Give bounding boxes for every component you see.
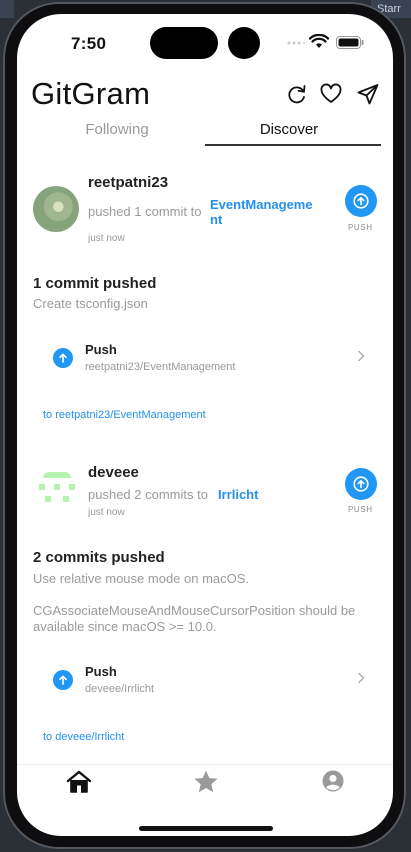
repo-target-link[interactable]: to reetpatni23/EventManagement bbox=[43, 409, 206, 421]
phone-frame: 7:50 GitGram Following Discover reetpatn… bbox=[3, 2, 406, 849]
push-row-icon bbox=[53, 670, 73, 690]
arrow-up-circle-icon bbox=[353, 476, 369, 492]
app-title: GitGram bbox=[31, 76, 151, 111]
identicon-block bbox=[45, 496, 51, 502]
push-badge-button[interactable] bbox=[345, 468, 377, 500]
home-icon[interactable] bbox=[65, 768, 93, 796]
profile-icon[interactable] bbox=[319, 768, 347, 796]
dynamic-island bbox=[150, 27, 218, 59]
repo-link-line-1: EventManageme bbox=[210, 197, 313, 212]
push-row-repo: reetpatni23/EventManagement bbox=[85, 361, 236, 373]
arrow-up-circle-icon bbox=[353, 193, 369, 209]
push-row-title: Push bbox=[85, 342, 117, 357]
push-details-row[interactable]: Push deveee/Irrlicht bbox=[31, 656, 371, 702]
tab-following[interactable]: Following bbox=[31, 121, 203, 147]
star-icon[interactable] bbox=[192, 768, 220, 796]
editor-backdrop bbox=[0, 0, 14, 18]
push-action-text: pushed 2 commits to bbox=[88, 487, 208, 502]
chevron-right-icon bbox=[358, 672, 365, 684]
send-icon[interactable] bbox=[356, 82, 380, 106]
username[interactable]: reetpatni23 bbox=[88, 174, 168, 191]
repo-target-link[interactable]: to deveee/Irrlicht bbox=[43, 731, 124, 743]
push-action-text: pushed 1 commit to bbox=[88, 204, 202, 219]
avatar[interactable] bbox=[39, 472, 75, 508]
camera-cutout bbox=[228, 27, 260, 59]
push-row-repo: deveee/Irrlicht bbox=[85, 683, 155, 695]
heart-icon[interactable] bbox=[319, 82, 343, 106]
chevron-right-icon bbox=[358, 350, 365, 362]
push-badge-caption: PUSH bbox=[348, 223, 373, 232]
home-indicator bbox=[139, 826, 273, 831]
repo-link[interactable]: Irrlicht bbox=[218, 487, 258, 502]
repo-link-line-2: nt bbox=[210, 212, 223, 227]
arrow-up-icon bbox=[59, 675, 67, 685]
identicon-block bbox=[39, 484, 45, 490]
arrow-up-icon bbox=[59, 353, 67, 363]
commit-message: Create tsconfig.json bbox=[33, 296, 148, 311]
push-badge-button[interactable] bbox=[345, 185, 377, 217]
identicon-block bbox=[69, 484, 75, 490]
push-row-title: Push bbox=[85, 664, 117, 679]
identicon-block bbox=[43, 472, 71, 478]
commits-heading: 2 commits pushed bbox=[33, 549, 165, 566]
wifi-icon bbox=[309, 34, 329, 48]
identicon-block bbox=[63, 496, 69, 502]
identicon-block bbox=[54, 484, 60, 490]
status-time: 7:50 bbox=[71, 34, 107, 53]
push-badge-caption: PUSH bbox=[348, 505, 373, 514]
push-row-icon bbox=[53, 348, 73, 368]
signal-icon bbox=[287, 41, 305, 45]
app-screen: 7:50 GitGram Following Discover reetpatn… bbox=[17, 14, 393, 836]
timestamp: just now bbox=[88, 507, 125, 518]
push-details-row[interactable]: Push reetpatni23/EventManagement bbox=[31, 334, 371, 380]
commit-message: Use relative mouse mode on macOS. bbox=[33, 571, 250, 586]
timestamp: just now bbox=[88, 233, 125, 244]
refresh-icon[interactable] bbox=[285, 82, 309, 106]
avatar[interactable] bbox=[33, 186, 79, 232]
commits-heading: 1 commit pushed bbox=[33, 275, 157, 292]
username[interactable]: deveee bbox=[88, 464, 139, 481]
repo-link[interactable]: EventManageme nt bbox=[210, 197, 313, 227]
active-tab-indicator bbox=[205, 144, 381, 146]
battery-icon bbox=[336, 36, 364, 49]
tab-bar-divider bbox=[17, 764, 393, 765]
commit-message: CGAssociateMouseAndMouseCursorPosition s… bbox=[33, 603, 356, 634]
